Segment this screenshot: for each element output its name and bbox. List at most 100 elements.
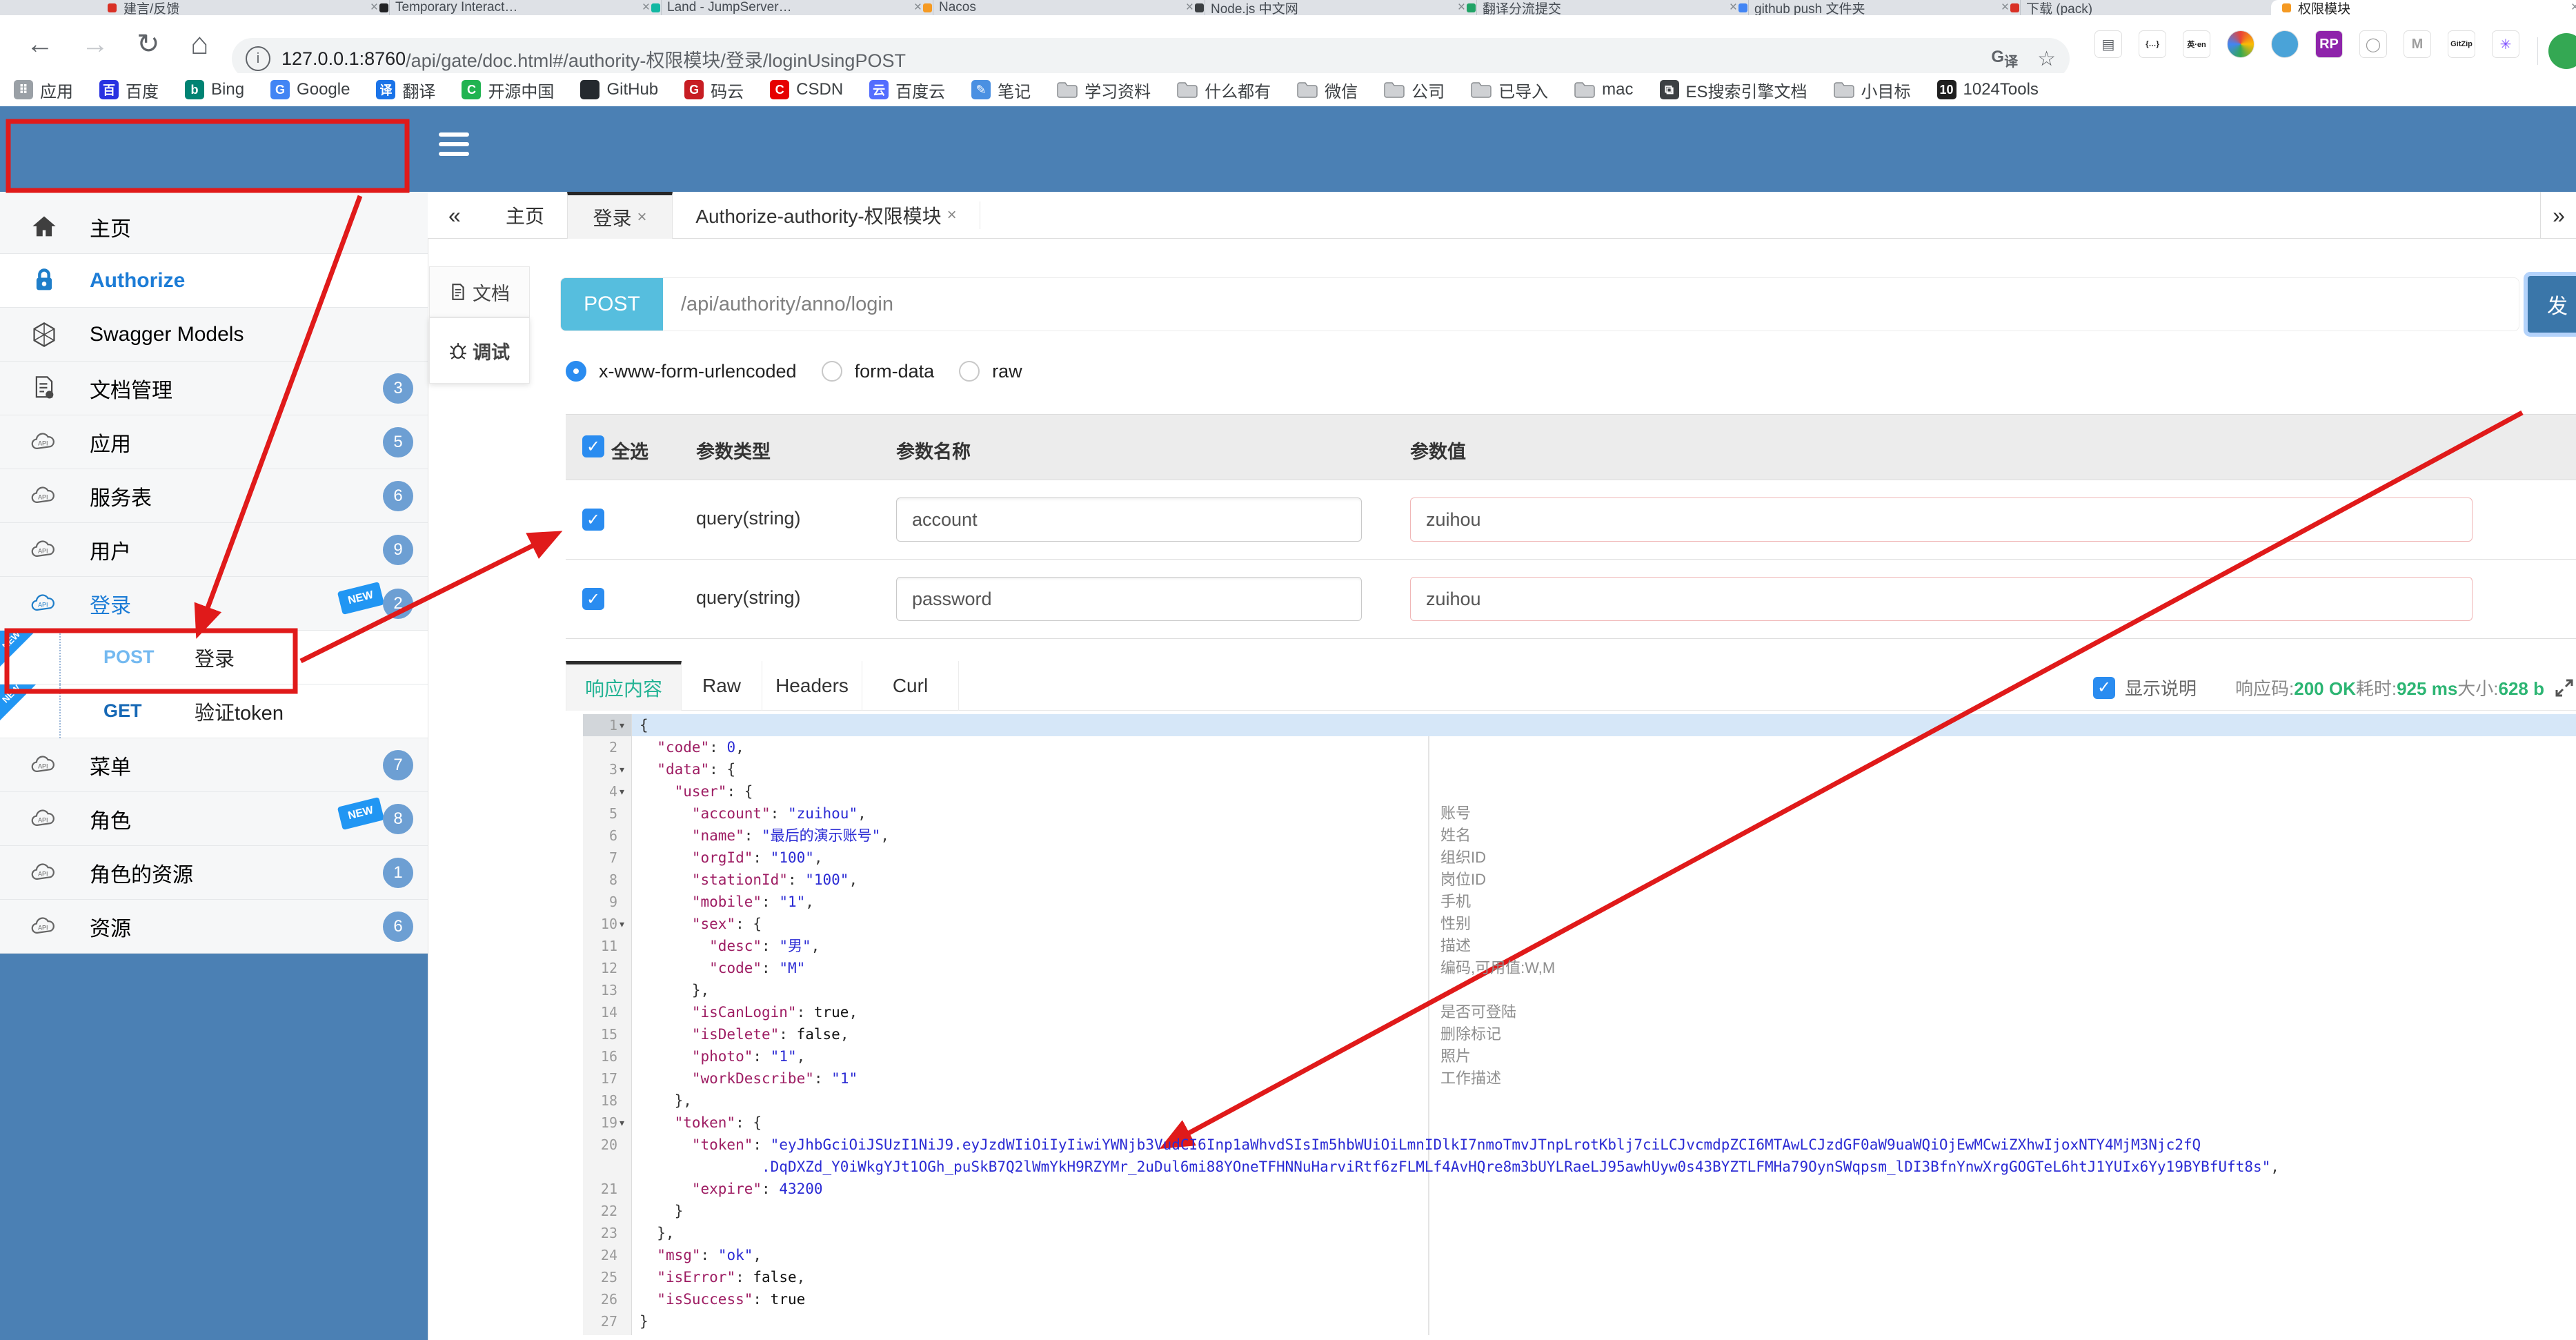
o-ring-icon[interactable]: ◯ xyxy=(2359,30,2387,58)
sidebar-item-菜单[interactable]: API 菜单 7 xyxy=(0,738,428,792)
tabs-collapse-button[interactable]: « xyxy=(448,192,461,239)
menu-hamburger-icon[interactable] xyxy=(439,127,469,161)
fold-toggle-icon[interactable]: ▾ xyxy=(620,758,624,780)
json-viewer-icon[interactable]: {…} xyxy=(2139,30,2166,58)
sidebar-item-Swagger Models[interactable]: Swagger Models xyxy=(0,308,428,362)
bookmark-item[interactable]: b Bing xyxy=(185,80,244,99)
browser-tab[interactable]: Land - JumpServer… × xyxy=(640,0,933,15)
bookmark-item[interactable]: 云百度云 xyxy=(869,78,945,102)
translate-en-icon[interactable]: 英·en xyxy=(2183,30,2210,58)
row-checkbox[interactable]: ✓ xyxy=(582,588,604,610)
bookmark-item[interactable]: C 开源中国 xyxy=(462,78,554,102)
send-button[interactable]: 发 xyxy=(2528,276,2576,333)
browser-tab[interactable]: 下载 (pack)× xyxy=(1999,0,2292,15)
sidebar-item-主页[interactable]: 主页 xyxy=(0,200,428,254)
sidebar-item-应用[interactable]: API 应用 5 xyxy=(0,415,428,469)
expand-icon[interactable] xyxy=(2554,678,2575,698)
browser-tab[interactable]: 权限模块 × xyxy=(2271,0,2576,15)
select-all-checkbox[interactable]: ✓ xyxy=(582,435,604,457)
sidebar-item-登录[interactable]: API 登录 NEW 2 xyxy=(0,577,428,631)
bookmark-item[interactable]: mac xyxy=(1574,80,1634,99)
bookmark-item[interactable]: 公司 xyxy=(1384,78,1445,102)
bookmark-item[interactable]: ⧉ ES搜索引擎文档 xyxy=(1659,78,1807,102)
sidebar-item-用户[interactable]: API 用户 9 xyxy=(0,523,428,577)
bookmark-item[interactable]: 学习资料 xyxy=(1057,78,1151,102)
home-icon[interactable]: ⌂ xyxy=(190,15,209,73)
response-tab-响应内容[interactable]: 响应内容 xyxy=(566,661,682,711)
browser-tab[interactable]: 翻译分流提交 × xyxy=(1456,0,1749,15)
reload-icon[interactable]: ↻ xyxy=(137,15,160,73)
bookmark-item[interactable]: 10 1024Tools xyxy=(1936,80,2039,99)
profile-avatar[interactable] xyxy=(2548,33,2576,69)
radio-x-www-form-urlencoded[interactable] xyxy=(566,361,586,382)
sidebar-item-角色[interactable]: API 角色 NEW 8 xyxy=(0,792,428,846)
web-globe-icon[interactable] xyxy=(2271,30,2299,58)
bookmark-item[interactable]: G 码云 xyxy=(684,78,744,102)
fold-toggle-icon[interactable]: ▾ xyxy=(620,1112,624,1134)
back-icon[interactable]: ← xyxy=(26,15,54,73)
tab-close-icon[interactable]: × xyxy=(2571,0,2576,15)
param-value-input[interactable]: zuihou xyxy=(1410,577,2473,621)
bookmark-item[interactable]: C CSDN xyxy=(770,80,843,99)
fold-toggle-icon[interactable]: ▾ xyxy=(620,780,624,802)
doc-tab-item[interactable]: Authorize-authority-权限模块 × xyxy=(673,192,980,239)
bookmark-star-icon[interactable]: ☆ xyxy=(2037,47,2056,71)
doc-tab-close-icon[interactable]: × xyxy=(947,206,957,225)
sidebar-item-Authorize[interactable]: Authorize xyxy=(0,254,428,308)
bookmark-item[interactable]: 百百度 xyxy=(99,78,159,102)
bookmark-item[interactable]: ✎ 笔记 xyxy=(971,78,1031,102)
tab-title: Nacos xyxy=(939,0,976,14)
bookmark-item[interactable]: 已导入 xyxy=(1471,78,1548,102)
m-downloader-icon[interactable]: M xyxy=(2404,30,2431,58)
show-description-checkbox[interactable]: ✓ xyxy=(2093,676,2115,699)
param-value-input[interactable]: zuihou xyxy=(1410,497,2473,542)
svg-text:API: API xyxy=(38,493,48,500)
mode-tab-doc[interactable]: 文档 xyxy=(429,266,530,317)
confetti-icon[interactable]: ✳ xyxy=(2492,30,2519,58)
translate-icon[interactable]: G译 xyxy=(1991,48,2018,70)
rp-tool-icon[interactable]: RP xyxy=(2315,30,2343,58)
header-search-input[interactable]: 请输入搜索内容 xyxy=(2421,244,2557,272)
response-tab-Headers[interactable]: Headers xyxy=(762,661,862,711)
sidebar-item-文档管理[interactable]: 文档管理 3 xyxy=(0,362,428,415)
response-tab-Curl[interactable]: Curl xyxy=(862,661,959,711)
sidebar-item-角色的资源[interactable]: API 角色的资源 1 xyxy=(0,846,428,900)
sidebar-item-资源[interactable]: API 资源 6 xyxy=(0,900,428,954)
page-capture-icon[interactable]: ▤ xyxy=(2094,30,2122,58)
radio-form-data[interactable] xyxy=(821,361,842,382)
doc-tab-item[interactable]: 登录 × xyxy=(567,192,673,239)
sidebar-item-服务表[interactable]: API 服务表 6 xyxy=(0,469,428,523)
fold-toggle-icon[interactable]: ▾ xyxy=(620,913,624,935)
bookmark-item[interactable]: 小目标 xyxy=(1833,78,1911,102)
browser-tab[interactable]: github push 文件夹 × xyxy=(1727,0,2021,15)
bookmark-item[interactable]: 什么都有 xyxy=(1177,78,1271,102)
bookmark-item[interactable]: 译翻译 xyxy=(376,78,435,102)
mode-tab-debug[interactable]: 调试 xyxy=(429,317,530,384)
bookmark-item[interactable]: 微信 xyxy=(1297,78,1358,102)
browser-tab[interactable]: Nacos × xyxy=(912,0,1205,15)
param-name-input[interactable]: account xyxy=(896,497,1362,542)
gitzip-icon[interactable]: GitZip xyxy=(2448,30,2475,58)
fold-toggle-icon[interactable]: ▾ xyxy=(620,714,624,736)
browser-tab[interactable]: 建言/反馈 × xyxy=(97,0,390,15)
chrome-extra-icon[interactable] xyxy=(2227,30,2255,58)
response-tab-Raw[interactable]: Raw xyxy=(682,661,762,711)
browser-tab[interactable]: Temporary Interact… × xyxy=(368,0,662,15)
1024-icon: 10 xyxy=(1936,80,1956,99)
param-name-input[interactable]: password xyxy=(896,577,1362,621)
tabs-expand-button[interactable]: » xyxy=(2540,192,2576,239)
browser-tab[interactable]: Node.js 中文网 × xyxy=(1184,0,1477,15)
bookmark-item[interactable]: GitHub xyxy=(580,80,658,99)
endpoint-item-get[interactable]: NEW GET 验证token xyxy=(0,682,428,738)
radio-raw[interactable] xyxy=(959,361,980,382)
doc-tab-close-icon[interactable]: × xyxy=(637,208,647,227)
doc-tab-home[interactable]: 主页 xyxy=(483,192,567,239)
page-info-icon[interactable]: i xyxy=(246,46,270,71)
forward-icon[interactable]: → xyxy=(81,15,109,73)
bookmark-item[interactable]: G Google xyxy=(270,80,350,99)
row-checkbox[interactable]: ✓ xyxy=(582,509,604,531)
bookmark-item[interactable]: ⠿ 应用 xyxy=(14,78,73,102)
response-status: ✓ 显示说明 响应码:200 OK 耗时:925 ms 大小:628 b xyxy=(2093,675,2575,700)
endpoint-item-post[interactable]: NEW POST 登录 xyxy=(0,629,428,684)
json-line: "expire": 43200 xyxy=(691,1181,823,1197)
